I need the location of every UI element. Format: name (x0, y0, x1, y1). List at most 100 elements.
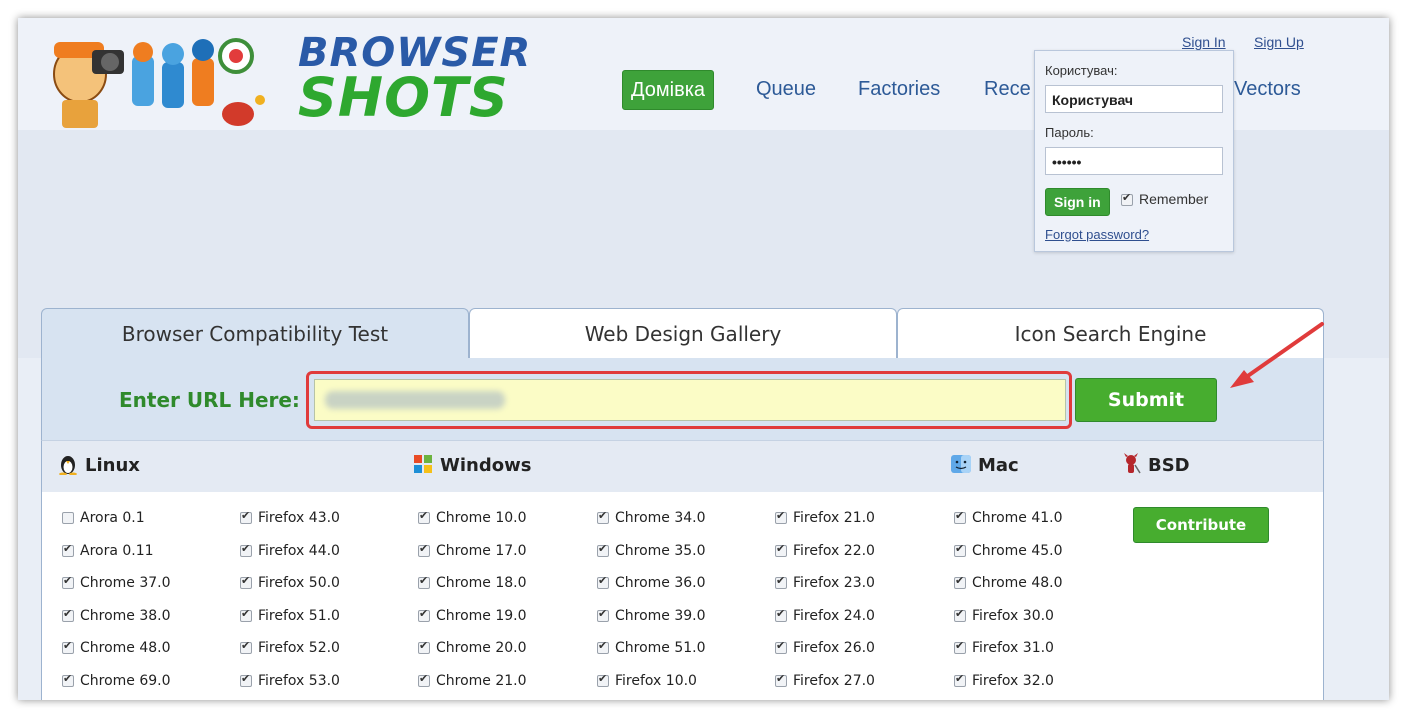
browser-option[interactable]: Firefox 44.0 (240, 542, 340, 576)
submit-button[interactable]: Submit (1075, 378, 1217, 422)
nav-queue[interactable]: Queue (756, 70, 816, 108)
browser-checkbox[interactable] (240, 607, 252, 622)
browser-checkbox[interactable] (418, 672, 430, 687)
browser-checkbox[interactable] (597, 509, 609, 524)
password-label: Пароль: (1045, 125, 1094, 140)
browser-option[interactable]: Firefox 27.0 (775, 672, 875, 701)
browser-option[interactable]: Firefox 52.0 (240, 639, 340, 673)
browser-label: Firefox 32.0 (972, 672, 1054, 689)
browser-checkbox[interactable] (240, 639, 252, 654)
browser-option[interactable]: Chrome 45.0 (954, 542, 1063, 576)
browser-checkbox[interactable] (240, 672, 252, 687)
mascot-logo-icon[interactable] (40, 22, 300, 132)
browser-column: Firefox 43.0 Firefox 44.0 Firefox 50.0 Fire… (240, 509, 340, 701)
contribute-button[interactable]: Contribute (1133, 507, 1269, 543)
browser-option[interactable]: Chrome 17.0 (418, 542, 527, 576)
browser-checkbox[interactable] (62, 542, 74, 557)
browser-option[interactable]: Chrome 41.0 (954, 509, 1063, 543)
sign-up-link[interactable]: Sign Up (1254, 34, 1304, 50)
browser-checkbox[interactable] (418, 542, 430, 557)
browser-option[interactable]: Chrome 39.0 (597, 607, 706, 641)
browser-option[interactable]: Firefox 21.0 (775, 509, 875, 543)
browser-checkbox[interactable] (62, 574, 74, 589)
browser-option[interactable]: Chrome 48.0 (62, 639, 171, 673)
browser-checkbox[interactable] (418, 509, 430, 524)
browser-checkbox[interactable] (62, 672, 74, 687)
url-input[interactable] (314, 379, 1066, 421)
nav-recent[interactable]: Rece (984, 70, 1031, 108)
browser-column: Chrome 41.0 Chrome 45.0 Chrome 48.0 Firefox… (954, 509, 1063, 701)
browser-label: Firefox 51.0 (258, 607, 340, 624)
browser-checkbox[interactable] (240, 542, 252, 557)
browser-option[interactable]: Firefox 32.0 (954, 672, 1063, 701)
nav-factories[interactable]: Factories (858, 70, 940, 108)
browser-option[interactable]: Chrome 35.0 (597, 542, 706, 576)
browser-option[interactable]: Chrome 48.0 (954, 574, 1063, 608)
tab-browser-compatibility[interactable]: Browser Compatibility Test (41, 308, 469, 360)
nav-vectors[interactable]: Vectors (1234, 70, 1301, 108)
browser-checkbox[interactable] (240, 509, 252, 524)
browser-option[interactable]: Firefox 24.0 (775, 607, 875, 641)
browser-checkbox[interactable] (597, 672, 609, 687)
browser-option[interactable]: Chrome 21.0 (418, 672, 527, 701)
browser-checkbox[interactable] (597, 639, 609, 654)
browser-option[interactable]: Chrome 69.0 (62, 672, 171, 701)
browser-checkbox[interactable] (954, 639, 966, 654)
browser-option[interactable]: Firefox 22.0 (775, 542, 875, 576)
sign-in-button[interactable]: Sign in (1045, 188, 1110, 216)
browser-option[interactable]: Chrome 19.0 (418, 607, 527, 641)
browser-checkbox[interactable] (240, 574, 252, 589)
browser-option[interactable]: Firefox 43.0 (240, 509, 340, 543)
browser-checkbox[interactable] (418, 574, 430, 589)
browser-checkbox[interactable] (418, 639, 430, 654)
browser-checkbox[interactable] (62, 607, 74, 622)
browser-checkbox[interactable] (597, 574, 609, 589)
remember-checkbox-box[interactable] (1121, 191, 1133, 207)
browser-label: Firefox 23.0 (793, 575, 875, 591)
browser-option[interactable]: Chrome 18.0 (418, 574, 527, 608)
browser-checkbox[interactable] (418, 607, 430, 622)
browser-option[interactable]: Arora 0.11 (62, 542, 171, 576)
browser-checkbox[interactable] (775, 639, 787, 654)
browser-checkbox[interactable] (775, 672, 787, 687)
browser-option[interactable]: Chrome 20.0 (418, 639, 527, 673)
browser-label: Arora 0.11 (80, 542, 154, 559)
browser-option[interactable]: Chrome 34.0 (597, 509, 706, 543)
browser-checkbox[interactable] (775, 607, 787, 622)
browser-checkbox[interactable] (775, 509, 787, 524)
sign-in-link[interactable]: Sign In (1182, 34, 1226, 50)
browser-option[interactable]: Chrome 10.0 (418, 509, 527, 543)
browser-option[interactable]: Chrome 36.0 (597, 574, 706, 608)
browser-option[interactable]: Firefox 50.0 (240, 574, 340, 608)
nav-home[interactable]: Домівка (622, 70, 715, 110)
forgot-password-link[interactable]: Forgot password? (1045, 227, 1149, 242)
browser-option[interactable]: Chrome 51.0 (597, 639, 706, 673)
tab-web-design-gallery[interactable]: Web Design Gallery (469, 308, 897, 360)
browser-checkbox[interactable] (954, 542, 966, 557)
remember-checkbox[interactable]: Remember (1121, 191, 1208, 207)
browser-checkbox[interactable] (597, 607, 609, 622)
username-field[interactable]: Користувач (1045, 85, 1223, 113)
browser-checkbox[interactable] (954, 509, 966, 524)
browser-option[interactable]: Arora 0.1 (62, 510, 171, 543)
browser-checkbox[interactable] (954, 574, 966, 589)
browser-option[interactable]: Firefox 53.0 (240, 672, 340, 701)
browser-option[interactable]: Chrome 37.0 (62, 574, 171, 608)
browser-option[interactable]: Firefox 26.0 (775, 639, 875, 673)
browser-option[interactable]: Firefox 10.0 (597, 672, 706, 701)
browser-checkbox[interactable] (775, 574, 787, 589)
browser-checkbox[interactable] (775, 542, 787, 557)
browser-option[interactable]: Firefox 23.0 (775, 574, 875, 608)
browser-option[interactable]: Chrome 38.0 (62, 607, 171, 641)
browser-label: Chrome 19.0 (436, 607, 527, 624)
browser-option[interactable]: Firefox 51.0 (240, 607, 340, 641)
browser-option[interactable]: Firefox 31.0 (954, 639, 1063, 673)
browser-option[interactable]: Firefox 30.0 (954, 607, 1063, 641)
bsd-daemon-icon (1124, 453, 1141, 474)
password-field[interactable]: •••••• (1045, 147, 1223, 175)
browser-checkbox[interactable] (62, 512, 74, 524)
browser-checkbox[interactable] (954, 672, 966, 687)
browser-checkbox[interactable] (954, 607, 966, 622)
browser-checkbox[interactable] (62, 639, 74, 654)
browser-checkbox[interactable] (597, 542, 609, 557)
